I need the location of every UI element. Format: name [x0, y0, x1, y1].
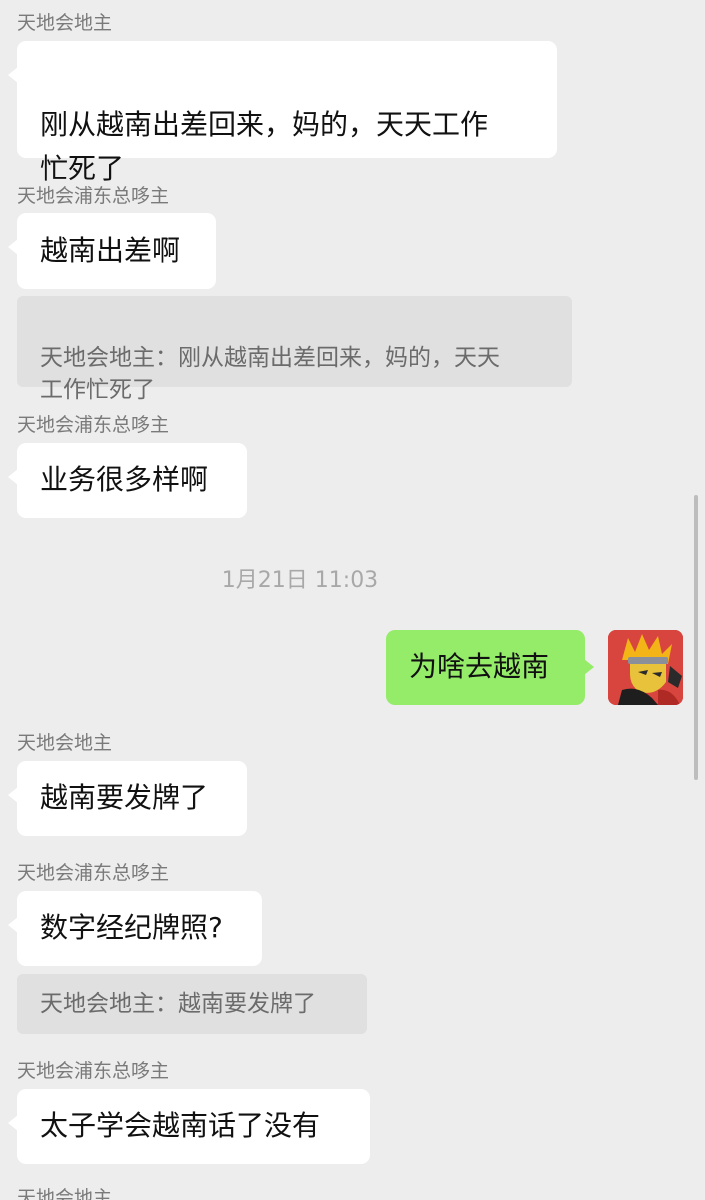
message-text: 业务很多样啊	[40, 463, 209, 496]
quoted-message[interactable]: 天地会地主：刚从越南出差回来，妈的，天天 工作忙死了	[17, 296, 572, 403]
message-text: 数字经纪牌照?	[40, 911, 223, 944]
message-text: 太子学会越南话了没有	[40, 1109, 321, 1142]
sender-name: 天地会浦东总哆主	[17, 862, 170, 884]
quoted-message[interactable]: 天地会地主：越南要发牌了	[17, 974, 367, 1034]
sender-name: 天地会地主	[17, 12, 113, 34]
message-bubble[interactable]: 越南要发牌了	[8, 761, 247, 836]
chat-timestamp: 1月21日 11:03	[221, 568, 379, 593]
scrollbar[interactable]	[694, 495, 698, 780]
message-text: 越南出差啊	[40, 234, 181, 267]
message-text: 越南要发牌了	[40, 781, 209, 814]
message-bubble[interactable]: 刚从越南出差回来，妈的，天天工作 忙死了	[8, 41, 557, 185]
message-bubble[interactable]: 越南出差啊	[8, 213, 216, 289]
quoted-message-text: 天地会地主：刚从越南出差回来，妈的，天天 工作忙死了	[40, 345, 500, 403]
message-bubble[interactable]: 太子学会越南话了没有	[8, 1089, 370, 1164]
sender-name: 天地会地主	[17, 1187, 113, 1200]
cartoon-avatar-icon[interactable]	[608, 630, 683, 705]
outgoing-message-bubble[interactable]: 为啥去越南	[386, 630, 594, 705]
message-text: 刚从越南出差回来，妈的，天天工作 忙死了	[40, 108, 489, 185]
sender-name: 天地会浦东总哆主	[17, 185, 170, 207]
sender-name: 天地会地主	[17, 732, 113, 754]
sender-name: 天地会浦东总哆主	[17, 414, 170, 436]
quoted-message-text: 天地会地主：越南要发牌了	[40, 991, 316, 1017]
sender-name: 天地会浦东总哆主	[17, 1060, 170, 1082]
message-text: 为啥去越南	[409, 650, 550, 683]
message-bubble[interactable]: 数字经纪牌照?	[8, 891, 262, 966]
message-bubble[interactable]: 业务很多样啊	[8, 443, 247, 518]
chat-message-list[interactable]: 天地会地主 刚从越南出差回来，妈的，天天工作 忙死了 天地会浦东总哆主 越南出差…	[0, 0, 705, 1200]
